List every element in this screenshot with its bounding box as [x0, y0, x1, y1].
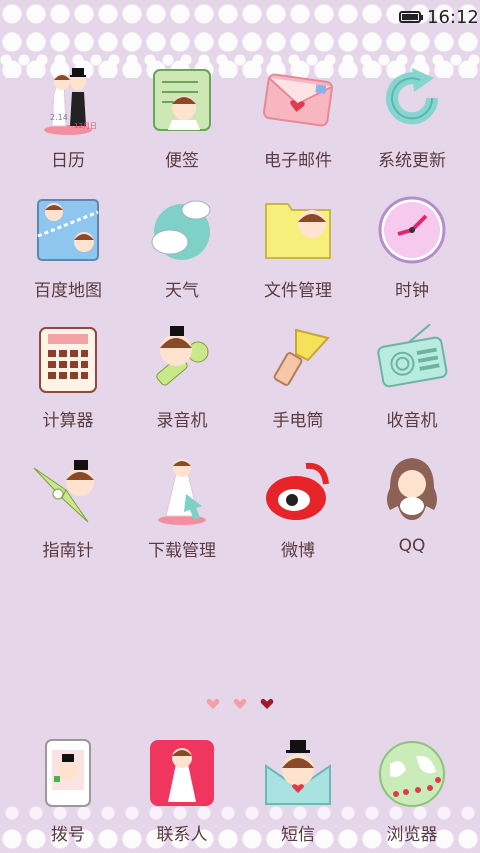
clock-icon	[378, 196, 446, 264]
app-label-radio: 收音机	[386, 411, 438, 431]
dialer-icon	[45, 739, 91, 807]
app-qq[interactable]: QQ	[352, 448, 472, 568]
calculator-icon	[39, 327, 97, 393]
app-clock[interactable]: 时钟	[352, 188, 472, 308]
dock-label-browser: 浏览器	[386, 825, 438, 845]
app-compass[interactable]: 指南针	[8, 448, 128, 568]
qq-icon	[387, 458, 437, 520]
dock-dialer[interactable]: 拨号	[8, 730, 128, 853]
app-email[interactable]: 电子邮件	[238, 58, 358, 178]
compass-icon	[33, 460, 94, 523]
app-label-baidu-map: 百度地图	[34, 281, 102, 301]
app-flashlight[interactable]: 手电筒	[238, 318, 358, 438]
status-time: 16:12	[427, 7, 479, 28]
page-dot-3-active[interactable]	[260, 697, 274, 711]
system-update-icon	[386, 68, 439, 125]
app-label-system-update: 系统更新	[378, 151, 446, 171]
weibo-icon	[266, 462, 329, 520]
app-calculator[interactable]: 计算器	[8, 318, 128, 438]
dock-label-messages: 短信	[281, 825, 315, 845]
app-label-email: 电子邮件	[264, 151, 332, 171]
flashlight-icon	[273, 328, 330, 386]
app-label-flashlight: 手电筒	[272, 411, 324, 431]
svg-text:12月日: 12月日	[74, 122, 97, 130]
file-manager-icon	[265, 203, 331, 259]
app-label-calculator: 计算器	[42, 411, 94, 431]
app-baidu-map[interactable]: 百度地图	[8, 188, 128, 308]
battery-icon	[399, 11, 421, 23]
dock: 拨号 联系人 短信 浏览器	[0, 730, 480, 853]
app-calendar[interactable]: 2.14 12月日 日历	[8, 58, 128, 178]
messages-icon	[265, 740, 331, 805]
notes-icon	[153, 69, 211, 131]
app-label-weibo: 微博	[281, 541, 315, 561]
dock-label-contacts: 联系人	[156, 825, 208, 845]
email-icon	[263, 73, 333, 127]
app-label-file-manager: 文件管理	[264, 281, 332, 301]
page-dot-2[interactable]	[233, 697, 247, 711]
app-label-calendar: 日历	[51, 151, 85, 171]
app-notes[interactable]: 便签	[122, 58, 242, 178]
app-radio[interactable]: 收音机	[352, 318, 472, 438]
dock-contacts[interactable]: 联系人	[122, 730, 242, 853]
dock-messages[interactable]: 短信	[238, 730, 358, 853]
browser-icon	[379, 741, 445, 807]
weather-icon	[151, 200, 211, 260]
app-recorder[interactable]: 录音机	[122, 318, 242, 438]
app-label-recorder: 录音机	[156, 411, 208, 431]
page-dot-1[interactable]	[206, 697, 220, 711]
calendar-icon: 2.14 12月日	[44, 68, 97, 135]
app-weather[interactable]: 天气	[122, 188, 242, 308]
app-label-qq: QQ	[398, 536, 426, 556]
app-system-update[interactable]: 系统更新	[352, 58, 472, 178]
app-label-weather: 天气	[165, 281, 199, 301]
app-file-manager[interactable]: 文件管理	[238, 188, 358, 308]
baidu-map-icon	[37, 199, 99, 261]
app-weibo[interactable]: 微博	[238, 448, 358, 568]
status-bar: 16:12	[0, 0, 480, 34]
recorder-icon	[156, 326, 209, 386]
app-label-compass: 指南针	[42, 541, 94, 561]
app-download-manager[interactable]: 下载管理	[122, 448, 242, 568]
dock-browser[interactable]: 浏览器	[352, 730, 472, 853]
radio-icon	[377, 324, 448, 388]
contacts-icon	[150, 740, 214, 806]
app-label-download-manager: 下载管理	[148, 541, 216, 561]
dock-label-dialer: 拨号	[51, 825, 85, 845]
app-label-notes: 便签	[165, 151, 199, 171]
page-indicator	[0, 696, 480, 715]
download-manager-icon	[158, 459, 206, 525]
app-label-clock: 时钟	[395, 281, 429, 301]
svg-text:2.14: 2.14	[50, 113, 68, 122]
